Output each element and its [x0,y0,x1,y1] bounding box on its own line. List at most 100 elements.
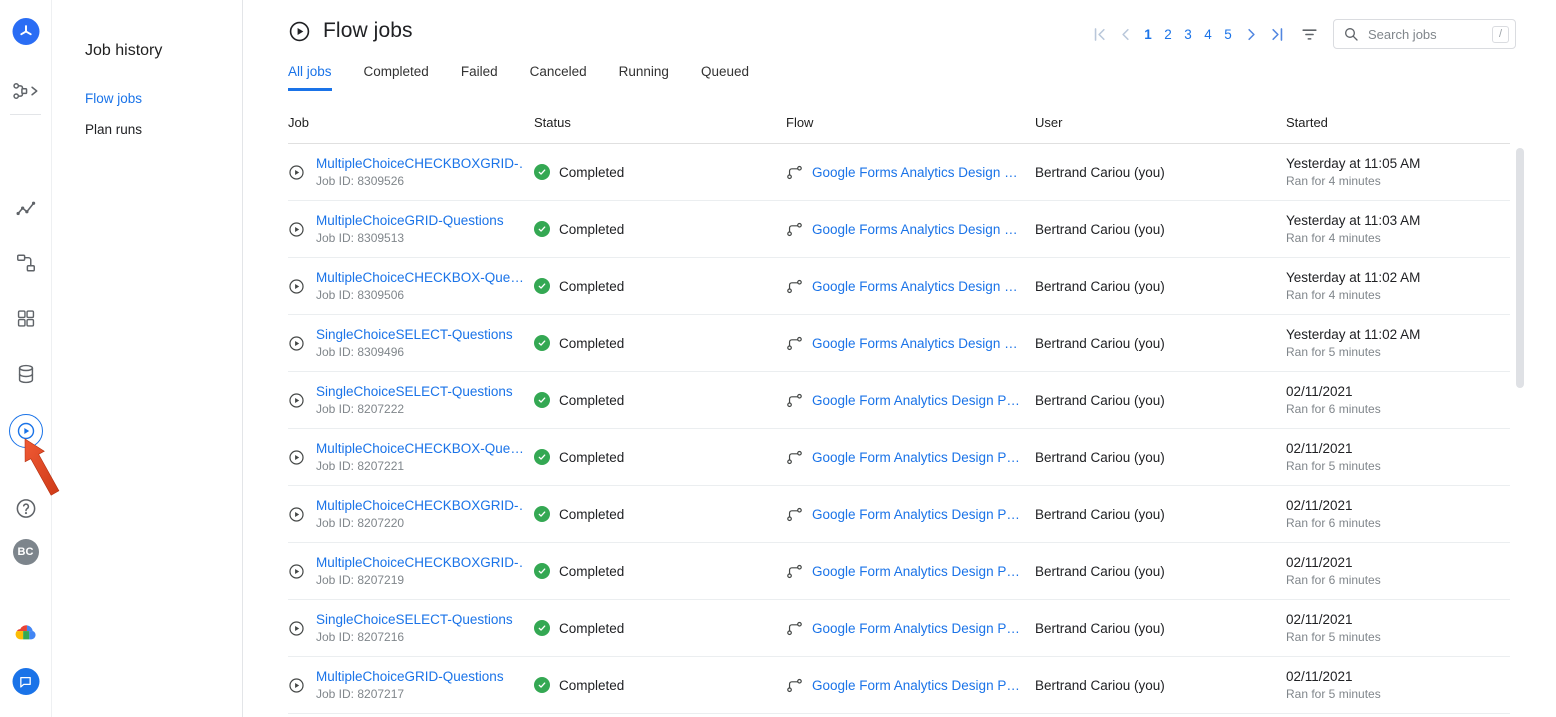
job-name-link[interactable]: MultipleChoiceCHECKBOX-Que… [316,270,524,285]
pagination: 1 2 3 4 5 [1086,21,1290,47]
page-number-5[interactable]: 5 [1218,25,1238,44]
page-number-2[interactable]: 2 [1158,25,1178,44]
started-time: 02/11/2021 [1286,441,1510,456]
page-number-3[interactable]: 3 [1178,25,1198,44]
jobs-run-icon[interactable] [9,414,43,448]
job-play-icon [288,449,305,466]
job-name-link[interactable]: MultipleChoiceCHECKBOXGRID-… [316,498,524,513]
user-avatar[interactable]: BC [13,539,39,565]
first-page-button[interactable] [1086,21,1112,47]
job-name-link[interactable]: SingleChoiceSELECT-Questions [316,384,513,399]
graph-icon[interactable] [14,196,37,219]
jobs-table: Job Status Flow User Started MultipleCho… [288,103,1510,714]
tab-canceled[interactable]: Canceled [530,64,587,91]
column-header-started: Started [1286,115,1510,130]
help-icon[interactable] [14,497,37,520]
table-row[interactable]: SingleChoiceSELECT-Questions Job ID: 820… [288,372,1510,429]
status-label: Completed [559,621,624,636]
user-name: Bertrand Cariou (you) [1035,336,1286,351]
job-name-link[interactable]: SingleChoiceSELECT-Questions [316,327,513,342]
tab-completed[interactable]: Completed [364,64,429,91]
table-row[interactable]: SingleChoiceSELECT-Questions Job ID: 830… [288,315,1510,372]
flow-icon [786,563,803,580]
flows-expand-icon[interactable] [12,80,40,102]
app-logo-icon [12,18,39,45]
rail-divider [10,114,41,115]
flow-name-link[interactable]: Google Form Analytics Design P… [812,450,1020,465]
sidebar-item-plan-runs[interactable]: Plan runs [85,122,242,137]
job-name-link[interactable]: MultipleChoiceCHECKBOXGRID-… [316,156,524,171]
column-header-job: Job [288,115,534,130]
table-row[interactable]: MultipleChoiceCHECKBOX-Que… Job ID: 8207… [288,429,1510,486]
last-page-button[interactable] [1264,21,1290,47]
table-header: Job Status Flow User Started [288,103,1510,144]
filter-icon[interactable] [1300,25,1319,44]
table-row[interactable]: MultipleChoiceGRID-Questions Job ID: 830… [288,201,1510,258]
job-id: Job ID: 8207221 [316,459,524,473]
user-name: Bertrand Cariou (you) [1035,450,1286,465]
table-row[interactable]: MultipleChoiceCHECKBOXGRID-… Job ID: 820… [288,543,1510,600]
job-play-icon [288,164,305,181]
status-label: Completed [559,564,624,579]
job-name-link[interactable]: MultipleChoiceCHECKBOXGRID-… [316,555,524,570]
flows-icon[interactable] [15,252,37,274]
run-duration: Ran for 4 minutes [1286,288,1510,302]
flow-name-link[interactable]: Google Forms Analytics Design … [812,222,1018,237]
search-input[interactable] [1366,26,1485,43]
table-row[interactable]: MultipleChoiceGRID-Questions Job ID: 820… [288,657,1510,714]
tab-queued[interactable]: Queued [701,64,749,91]
flow-icon [786,164,803,181]
flow-name-link[interactable]: Google Form Analytics Design P… [812,621,1020,636]
status-completed-icon [534,563,550,579]
job-name-link[interactable]: MultipleChoiceGRID-Questions [316,669,504,684]
started-time: 02/11/2021 [1286,384,1510,399]
google-cloud-icon[interactable] [14,621,37,644]
top-controls: 1 2 3 4 5 [1086,18,1516,50]
flow-icon [786,392,803,409]
flow-name-link[interactable]: Google Forms Analytics Design … [812,336,1018,351]
page-number-4[interactable]: 4 [1198,25,1218,44]
table-row[interactable]: MultipleChoiceCHECKBOXGRID-… Job ID: 820… [288,486,1510,543]
status-label: Completed [559,336,624,351]
database-icon[interactable] [15,363,37,385]
status-completed-icon [534,335,550,351]
flow-jobs-title-icon [288,20,311,43]
flow-icon [786,335,803,352]
run-duration: Ran for 6 minutes [1286,516,1510,530]
status-label: Completed [559,165,624,180]
flow-icon [786,221,803,238]
status-completed-icon [534,620,550,636]
job-play-icon [288,392,305,409]
table-row[interactable]: SingleChoiceSELECT-Questions Job ID: 820… [288,600,1510,657]
flow-name-link[interactable]: Google Form Analytics Design P… [812,564,1020,579]
run-duration: Ran for 6 minutes [1286,573,1510,587]
flow-name-link[interactable]: Google Form Analytics Design P… [812,393,1020,408]
table-row[interactable]: MultipleChoiceCHECKBOXGRID-… Job ID: 830… [288,144,1510,201]
library-grid-icon[interactable] [15,308,36,329]
search-icon [1343,26,1359,42]
page-number-1[interactable]: 1 [1138,25,1158,44]
status-completed-icon [534,392,550,408]
job-name-link[interactable]: MultipleChoiceCHECKBOX-Que… [316,441,524,456]
flow-name-link[interactable]: Google Forms Analytics Design … [812,165,1018,180]
job-id: Job ID: 8309526 [316,174,524,188]
flow-name-link[interactable]: Google Forms Analytics Design … [812,279,1018,294]
flow-name-link[interactable]: Google Form Analytics Design P… [812,507,1020,522]
run-duration: Ran for 4 minutes [1286,174,1510,188]
prev-page-button[interactable] [1112,21,1138,47]
sidebar-item-flow-jobs[interactable]: Flow jobs [85,91,242,106]
status-completed-icon [534,164,550,180]
started-time: 02/11/2021 [1286,669,1510,684]
table-scrollbar-thumb[interactable] [1516,148,1524,388]
app-logo[interactable] [12,18,39,45]
next-page-button[interactable] [1238,21,1264,47]
job-name-link[interactable]: SingleChoiceSELECT-Questions [316,612,513,627]
table-row[interactable]: MultipleChoiceCHECKBOX-Que… Job ID: 8309… [288,258,1510,315]
tab-all-jobs[interactable]: All jobs [288,64,332,91]
flow-icon [786,677,803,694]
flow-name-link[interactable]: Google Form Analytics Design P… [812,678,1020,693]
job-name-link[interactable]: MultipleChoiceGRID-Questions [316,213,504,228]
tab-failed[interactable]: Failed [461,64,498,91]
tab-running[interactable]: Running [619,64,669,91]
chat-feedback-icon[interactable] [12,668,39,695]
